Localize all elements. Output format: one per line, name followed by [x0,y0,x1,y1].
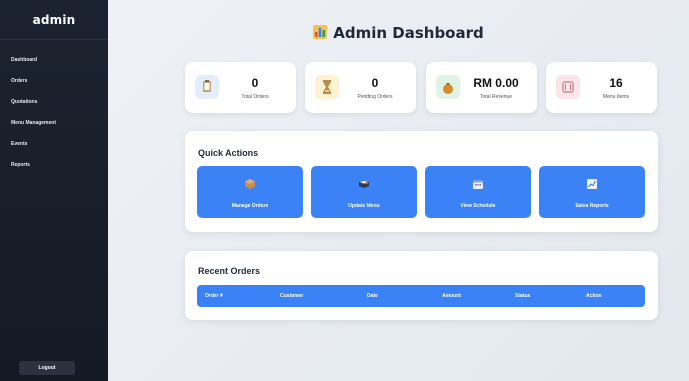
trend-chart-icon [539,178,645,193]
recent-orders-panel: Recent Orders Order # Customer Date Amou… [185,251,658,320]
quick-actions-title: Quick Actions [198,148,259,158]
sidebar: admin Dashboard Orders Quotations Menu M… [0,0,108,381]
column-header-action[interactable]: Action [586,285,602,307]
view-schedule-button[interactable]: View Schedule [425,166,531,218]
stat-card-menu-items: 16 Menu Items [546,62,657,113]
sidebar-nav: Dashboard Orders Quotations Menu Managem… [0,54,108,180]
package-icon [197,178,303,193]
sidebar-item-events[interactable]: Events [0,138,108,159]
stat-value: RM 0.00 [473,76,519,90]
stat-label: Menu Items [602,94,630,100]
column-header-customer[interactable]: Customer [280,285,303,307]
sidebar-item-menu-management[interactable]: Menu Management [0,117,108,138]
calendar-icon [425,178,531,193]
page-title-text: Admin Dashboard [333,24,484,42]
update-menu-button[interactable]: Update Menu [311,166,417,218]
stat-value: 0 [251,76,259,90]
recent-orders-title: Recent Orders [198,266,261,276]
main-content: Admin Dashboard 0 Total Orders 0 Pending… [108,0,689,381]
sales-reports-button[interactable]: Sales Reports [539,166,645,218]
stat-label: Total Revenue [480,94,512,100]
sidebar-item-orders[interactable]: Orders [0,75,108,96]
button-label: Sales Reports [575,203,609,209]
stat-card-pending-orders: 0 Pending Orders [305,62,416,113]
column-header-status[interactable]: Status [515,285,530,307]
sidebar-item-reports[interactable]: Reports [0,159,108,180]
button-label: Manage Orders [231,203,269,209]
stat-value: 16 [609,76,623,90]
book-icon [311,178,417,193]
button-label: Update Menu [348,203,380,209]
stat-label: Pending Orders [357,94,393,100]
sidebar-item-quotations[interactable]: Quotations [0,96,108,117]
button-label: View Schedule [460,203,496,209]
logout-button[interactable]: Logout [19,361,75,375]
quick-actions-panel: Quick Actions Manage Orders Update Menu … [185,131,658,232]
bar-chart-icon [313,25,328,39]
sidebar-brand: admin [0,0,108,40]
page-title: Admin Dashboard [108,24,689,42]
column-header-date[interactable]: Date [367,285,378,307]
stat-value: 0 [371,76,379,90]
stat-card-total-orders: 0 Total Orders [185,62,296,113]
stat-label: Total Orders [241,94,269,100]
manage-orders-button[interactable]: Manage Orders [197,166,303,218]
column-header-amount[interactable]: Amount [442,285,461,307]
orders-table-header: Order # Customer Date Amount Status Acti… [197,285,645,307]
sidebar-item-dashboard[interactable]: Dashboard [0,54,108,75]
column-header-order[interactable]: Order # [205,285,223,307]
stat-card-total-revenue: RM 0.00 Total Revenue [426,62,537,113]
